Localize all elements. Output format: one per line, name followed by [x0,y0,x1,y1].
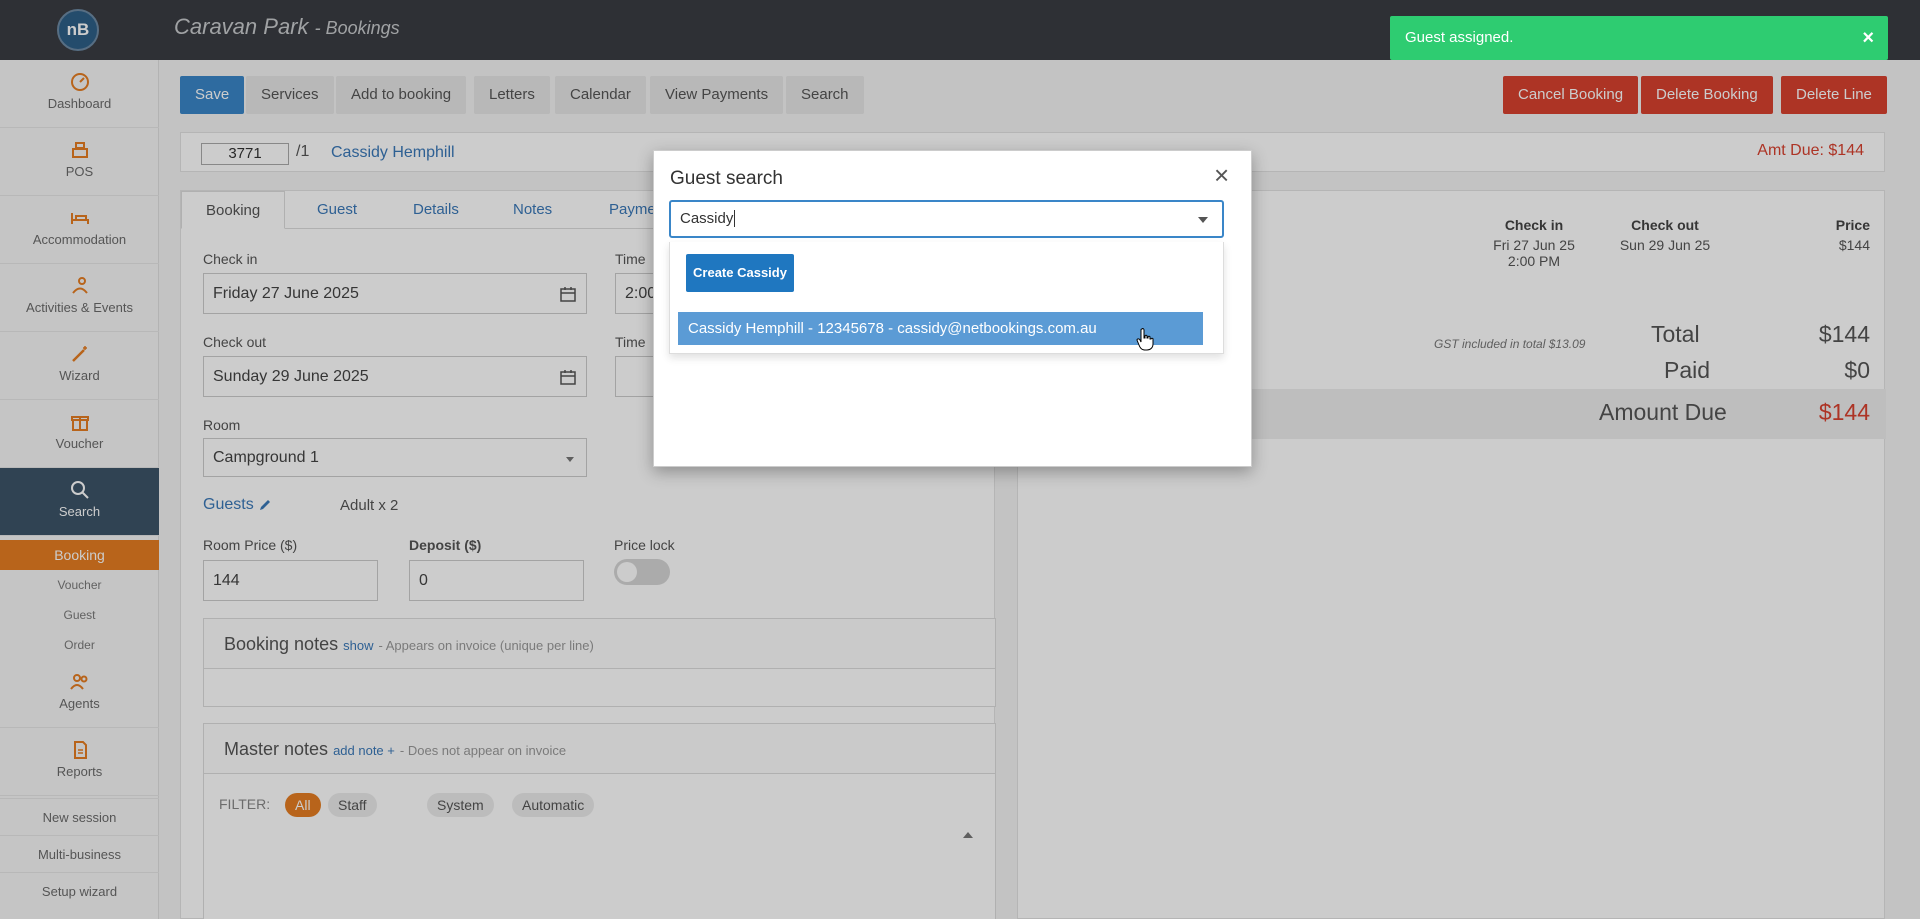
chevron-down-icon [1198,217,1208,223]
hand-cursor-icon [1136,328,1154,351]
guest-search-input[interactable]: Cassidy [669,200,1224,238]
close-icon[interactable]: × [1214,162,1229,188]
toast-message: Guest assigned. [1405,29,1514,46]
success-toast: Guest assigned. × [1390,16,1888,60]
text-caret [734,210,736,227]
toast-close-icon[interactable]: × [1862,16,1874,60]
modal-title: Guest search [670,168,783,189]
guest-search-value: Cassidy [680,210,734,227]
create-guest-button[interactable]: Create Cassidy [686,254,794,292]
guest-result-item[interactable]: Cassidy Hemphill - 12345678 - cassidy@ne… [678,312,1203,345]
guest-search-modal: Guest search × Cassidy Create Cassidy Ca… [653,150,1252,467]
